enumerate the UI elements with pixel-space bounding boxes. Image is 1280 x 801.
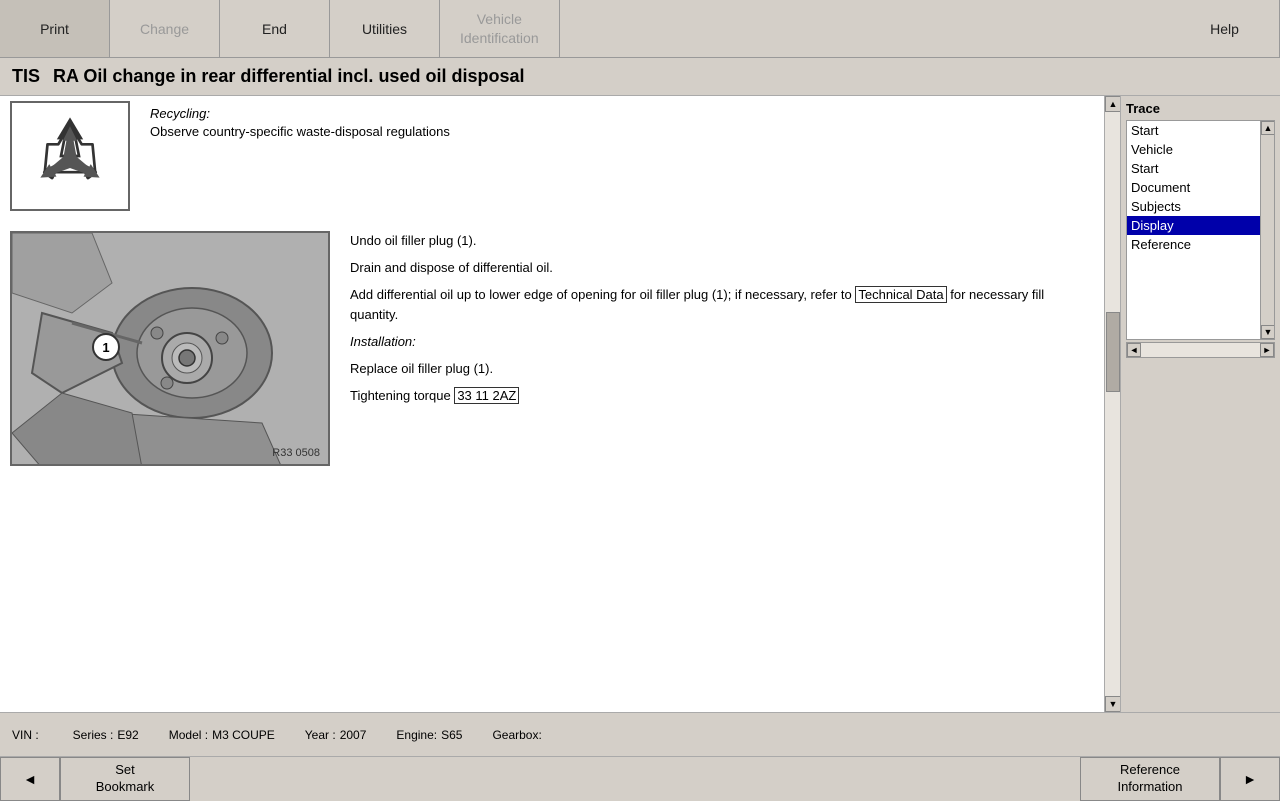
- recycling-info: Observe country-specific waste-disposal …: [150, 124, 450, 139]
- bookmark-line2: Bookmark: [96, 779, 155, 796]
- recycle-image: [10, 101, 130, 211]
- trace-item-subjects[interactable]: Subjects: [1127, 197, 1274, 216]
- gearbox-label: Gearbox:: [492, 728, 541, 742]
- status-bar: VIN : Series : E92 Model : M3 COUPE Year…: [0, 712, 1280, 756]
- procedure-section: 1 R33 0508 Undo oil filler plug (1). Dra…: [10, 231, 1094, 466]
- mechanical-illustration: [12, 233, 330, 466]
- trace-title: Trace: [1126, 101, 1275, 116]
- trace-item-document[interactable]: Document: [1127, 178, 1274, 197]
- part-number-1: 1: [92, 333, 120, 361]
- image-reference-label: R33 0508: [272, 447, 320, 459]
- recycling-section: Recycling: Observe country-specific wast…: [10, 101, 1094, 211]
- technical-data-link[interactable]: Technical Data: [855, 286, 946, 303]
- scroll-down-button[interactable]: ▼: [1105, 696, 1121, 712]
- trace-item-reference[interactable]: Reference: [1127, 235, 1274, 254]
- engine-value: S65: [441, 728, 462, 742]
- utilities-button[interactable]: Utilities: [330, 0, 440, 57]
- content-scrollbar[interactable]: ▲ ▼: [1104, 96, 1120, 712]
- vin-label: VIN :: [12, 728, 39, 742]
- vehicle-id-button[interactable]: Vehicle Identification: [440, 0, 560, 57]
- procedure-instructions: Undo oil filler plug (1). Drain and disp…: [350, 231, 1094, 466]
- year-value: 2007: [340, 728, 367, 742]
- gearbox-item: Gearbox:: [492, 728, 545, 742]
- set-bookmark-button[interactable]: Set Bookmark: [60, 757, 190, 801]
- engine-label: Engine:: [396, 728, 437, 742]
- forward-button[interactable]: ►: [1220, 757, 1280, 801]
- trace-scroll-right[interactable]: ►: [1260, 343, 1274, 357]
- trace-list: Start Vehicle Start Document Subjects Di…: [1126, 120, 1275, 340]
- year-item: Year : 2007: [305, 728, 367, 742]
- series-item: Series : E92: [73, 728, 139, 742]
- end-button[interactable]: End: [220, 0, 330, 57]
- ref-line2: Information: [1117, 779, 1182, 796]
- back-button[interactable]: ◄: [0, 757, 60, 801]
- trace-panel: Trace Start Vehicle Start Document Subje…: [1120, 96, 1280, 712]
- differential-image: 1 R33 0508: [10, 231, 330, 466]
- content-area: Recycling: Observe country-specific wast…: [0, 96, 1280, 712]
- page-title: RA Oil change in rear differential incl.…: [53, 66, 524, 86]
- model-item: Model : M3 COUPE: [169, 728, 275, 742]
- year-label: Year :: [305, 728, 336, 742]
- trace-item-vehicle[interactable]: Vehicle: [1127, 140, 1274, 159]
- vin-item: VIN :: [12, 728, 43, 742]
- trace-list-scrollbar[interactable]: ▲ ▼: [1260, 121, 1274, 339]
- bottom-bar: ◄ Set Bookmark Reference Information ►: [0, 756, 1280, 800]
- step-replace: Replace oil filler plug (1).: [350, 359, 1094, 380]
- recycle-icon: [25, 111, 115, 201]
- change-button[interactable]: Change: [110, 0, 220, 57]
- print-button[interactable]: Print: [0, 0, 110, 57]
- bookmark-line1: Set: [115, 762, 135, 779]
- reference-info-button[interactable]: Reference Information: [1080, 757, 1220, 801]
- trace-horizontal-scrollbar[interactable]: ◄ ►: [1126, 342, 1275, 358]
- model-label: Model :: [169, 728, 208, 742]
- tis-label: TIS: [12, 66, 40, 86]
- torque-value-link[interactable]: 33 11 2AZ: [454, 387, 519, 404]
- tightening-torque: Tightening torque 33 11 2AZ: [350, 386, 1094, 407]
- ref-line1: Reference: [1120, 762, 1180, 779]
- help-button[interactable]: Help: [1170, 0, 1280, 57]
- model-value: M3 COUPE: [212, 728, 275, 742]
- trace-item-start1[interactable]: Start: [1127, 121, 1274, 140]
- document-content[interactable]: Recycling: Observe country-specific wast…: [0, 96, 1104, 712]
- trace-hscroll-track: [1141, 343, 1260, 357]
- toolbar: Print Change End Utilities Vehicle Ident…: [0, 0, 1280, 58]
- step-drain: Drain and dispose of differential oil.: [350, 258, 1094, 279]
- trace-item-start2[interactable]: Start: [1127, 159, 1274, 178]
- series-value: E92: [117, 728, 138, 742]
- title-bar: TIS RA Oil change in rear differential i…: [0, 58, 1280, 96]
- trace-scroll-down[interactable]: ▼: [1261, 325, 1275, 339]
- toolbar-spacer: [560, 0, 1170, 57]
- step-add: Add differential oil up to lower edge of…: [350, 285, 1094, 327]
- scroll-thumb[interactable]: [1106, 312, 1120, 392]
- installation-label: Installation:: [350, 332, 1094, 353]
- scroll-up-button[interactable]: ▲: [1105, 96, 1121, 112]
- tightening-label: Tightening torque: [350, 388, 454, 403]
- scroll-track[interactable]: [1105, 112, 1120, 696]
- trace-scroll-left[interactable]: ◄: [1127, 343, 1141, 357]
- step-undo: Undo oil filler plug (1).: [350, 231, 1094, 252]
- trace-item-display[interactable]: Display: [1127, 216, 1274, 235]
- recycling-label: Recycling:: [150, 106, 450, 121]
- series-label: Series :: [73, 728, 114, 742]
- engine-item: Engine: S65: [396, 728, 462, 742]
- trace-scroll-up[interactable]: ▲: [1261, 121, 1275, 135]
- step-add-before: Add differential oil up to lower edge of…: [350, 287, 855, 302]
- recycling-text: Recycling: Observe country-specific wast…: [150, 101, 450, 139]
